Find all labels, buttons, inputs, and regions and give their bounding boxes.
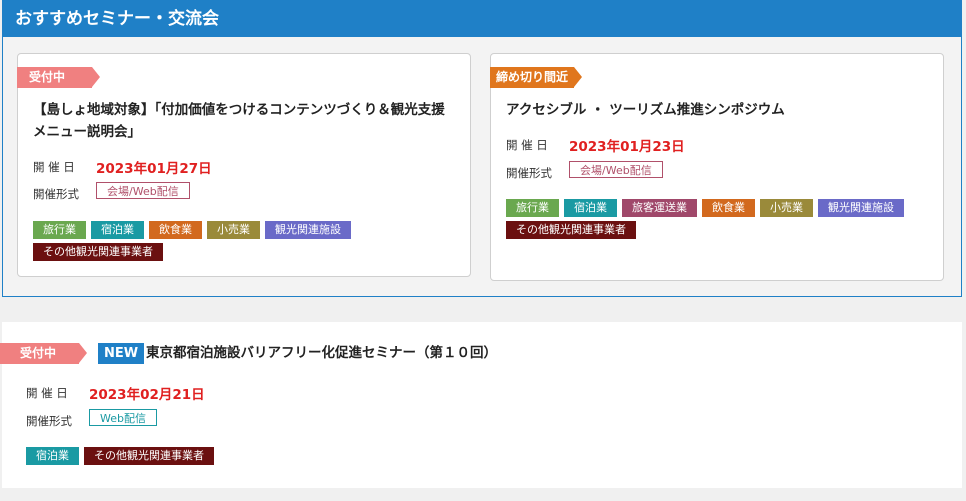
status-ribbon-closing: 締め切り間近 (490, 67, 582, 88)
featured-section-title: おすすめセミナー・交流会 (3, 1, 961, 37)
industry-tags: 旅行業 宿泊業 飲食業 小売業 観光関連施設 その他観光関連事業者 (33, 221, 453, 261)
date-label: 開 催 日 (506, 138, 548, 152)
seminar-list-item[interactable]: 受付中 NEW 東京都宿泊施設バリアフリー化促進セミナー（第１０回） 開 催 日… (0, 322, 962, 488)
format-value-badge: 会場/Web配信 (96, 182, 190, 199)
tag-lodging: 宿泊業 (26, 447, 79, 465)
date-value: 2023年01月23日 (569, 139, 685, 155)
industry-tags: 旅行業 宿泊業 旅客運送業 飲食業 小売業 観光関連施設 その他観光関連事業者 (506, 199, 926, 239)
tag-other: その他観光関連事業者 (506, 221, 636, 239)
format-label: 開催形式 (33, 187, 79, 201)
tag-transport: 旅客運送業 (622, 199, 697, 217)
industry-tags: 宿泊業 その他観光関連事業者 (26, 447, 426, 465)
tag-travel: 旅行業 (33, 221, 86, 239)
seminar-title[interactable]: アクセシブル ・ ツーリズム推進シンポジウム (506, 99, 936, 121)
tag-food: 飲食業 (702, 199, 755, 217)
date-label: 開 催 日 (26, 386, 68, 400)
seminar-title-line1: 【島しょ地域対象】「付加価値をつけるコンテンツづくり＆観光支援 (33, 102, 445, 118)
new-badge: NEW (98, 343, 145, 364)
tag-retail: 小売業 (760, 199, 813, 217)
format-label: 開催形式 (506, 166, 552, 180)
tag-other: その他観光関連事業者 (33, 243, 163, 261)
date-value: 2023年02月21日 (89, 387, 205, 403)
seminar-title[interactable]: 【島しょ地域対象】「付加価値をつけるコンテンツづくり＆観光支援 メニュー説明会」 (33, 99, 463, 143)
status-ribbon-open: 受付中 (17, 67, 100, 88)
tag-travel: 旅行業 (506, 199, 559, 217)
date-value: 2023年01月27日 (96, 161, 212, 177)
tag-lodging: 宿泊業 (564, 199, 617, 217)
seminar-card-1[interactable]: 受付中 【島しょ地域対象】「付加価値をつけるコンテンツづくり＆観光支援 メニュー… (17, 53, 471, 277)
format-value-badge: 会場/Web配信 (569, 161, 663, 178)
format-value-badge: Web配信 (89, 409, 157, 426)
seminar-title[interactable]: 東京都宿泊施設バリアフリー化促進セミナー（第１０回） (146, 342, 946, 364)
tag-food: 飲食業 (149, 221, 202, 239)
format-label: 開催形式 (26, 414, 72, 428)
seminar-card-2[interactable]: 締め切り間近 アクセシブル ・ ツーリズム推進シンポジウム 開 催 日 2023… (490, 53, 944, 281)
date-label: 開 催 日 (33, 160, 75, 174)
tag-facility: 観光関連施設 (265, 221, 351, 239)
status-ribbon-open: 受付中 (0, 343, 87, 364)
tag-other: その他観光関連事業者 (84, 447, 214, 465)
seminar-title-line2: メニュー説明会」 (33, 124, 141, 140)
tag-facility: 観光関連施設 (818, 199, 904, 217)
tag-lodging: 宿泊業 (91, 221, 144, 239)
tag-retail: 小売業 (207, 221, 260, 239)
